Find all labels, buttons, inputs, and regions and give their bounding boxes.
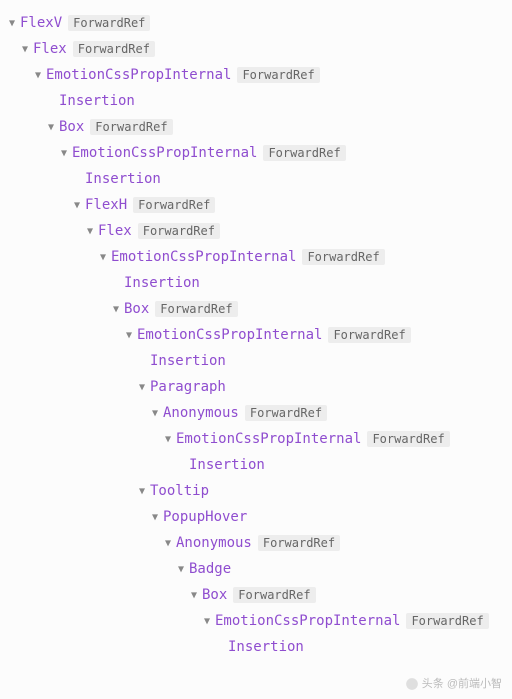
tree-row[interactable]: Tooltip [6, 478, 512, 504]
forward-ref-badge: ForwardRef [245, 405, 327, 421]
expand-arrow-icon[interactable] [110, 304, 122, 315]
component-name[interactable]: FlexV [20, 15, 62, 31]
component-tree: FlexVForwardRefFlexForwardRefEmotionCssP… [6, 10, 512, 660]
expand-arrow-icon[interactable] [6, 18, 18, 29]
tree-row[interactable]: Flex ForwardRef [6, 36, 512, 62]
tree-row[interactable]: Box ForwardRef [6, 582, 512, 608]
tree-row[interactable]: Insertion [6, 88, 512, 114]
tree-row[interactable]: Box ForwardRef [6, 114, 512, 140]
watermark-site: @前端小智 [447, 678, 502, 690]
component-name[interactable]: PopupHover [163, 509, 247, 525]
watermark-icon [405, 678, 422, 690]
forward-ref-badge: ForwardRef [133, 197, 215, 213]
component-name[interactable]: Box [202, 587, 227, 603]
forward-ref-badge: ForwardRef [237, 67, 319, 83]
tree-row[interactable]: FlexH ForwardRef [6, 192, 512, 218]
forward-ref-badge: ForwardRef [263, 145, 345, 161]
component-name[interactable]: Insertion [85, 171, 161, 187]
component-name[interactable]: Insertion [228, 639, 304, 655]
expand-arrow-icon[interactable] [162, 538, 174, 549]
tree-row[interactable]: EmotionCssPropInternal ForwardRef [6, 608, 512, 634]
expand-arrow-icon[interactable] [136, 486, 148, 497]
tree-row[interactable]: EmotionCssPropInternal ForwardRef [6, 244, 512, 270]
expand-arrow-icon[interactable] [58, 148, 70, 159]
expand-arrow-icon[interactable] [201, 616, 213, 627]
tree-row[interactable]: Insertion [6, 270, 512, 296]
expand-arrow-icon[interactable] [123, 330, 135, 341]
expand-arrow-icon[interactable] [19, 44, 31, 55]
component-name[interactable]: EmotionCssPropInternal [46, 67, 231, 83]
forward-ref-badge: ForwardRef [328, 327, 410, 343]
component-name[interactable]: Anonymous [163, 405, 239, 421]
tree-row[interactable]: Insertion [6, 634, 512, 660]
forward-ref-badge: ForwardRef [302, 249, 384, 265]
forward-ref-badge: ForwardRef [233, 587, 315, 603]
component-name[interactable]: EmotionCssPropInternal [111, 249, 296, 265]
component-name[interactable]: Flex [98, 223, 132, 239]
expand-arrow-icon[interactable] [97, 252, 109, 263]
watermark-prefix: 头条 [422, 678, 444, 690]
component-name[interactable]: EmotionCssPropInternal [72, 145, 257, 161]
expand-arrow-icon[interactable] [84, 226, 96, 237]
tree-row[interactable]: Insertion [6, 452, 512, 478]
forward-ref-badge: ForwardRef [90, 119, 172, 135]
tree-row[interactable]: Anonymous ForwardRef [6, 400, 512, 426]
tree-row[interactable]: EmotionCssPropInternal ForwardRef [6, 322, 512, 348]
expand-arrow-icon[interactable] [136, 382, 148, 393]
component-name[interactable]: Box [124, 301, 149, 317]
component-name[interactable]: EmotionCssPropInternal [137, 327, 322, 343]
tree-row[interactable]: Box ForwardRef [6, 296, 512, 322]
component-name[interactable]: Paragraph [150, 379, 226, 395]
expand-arrow-icon[interactable] [162, 434, 174, 445]
forward-ref-badge: ForwardRef [138, 223, 220, 239]
component-name[interactable]: Box [59, 119, 84, 135]
tree-row[interactable]: EmotionCssPropInternal ForwardRef [6, 140, 512, 166]
expand-arrow-icon[interactable] [175, 564, 187, 575]
component-name[interactable]: Badge [189, 561, 231, 577]
component-name[interactable]: EmotionCssPropInternal [215, 613, 400, 629]
forward-ref-badge: ForwardRef [258, 535, 340, 551]
tree-row[interactable]: Badge [6, 556, 512, 582]
forward-ref-badge: ForwardRef [367, 431, 449, 447]
tree-row[interactable]: Insertion [6, 166, 512, 192]
forward-ref-badge: ForwardRef [406, 613, 488, 629]
component-name[interactable]: Flex [33, 41, 67, 57]
tree-row[interactable]: Flex ForwardRef [6, 218, 512, 244]
expand-arrow-icon[interactable] [149, 512, 161, 523]
component-name[interactable]: EmotionCssPropInternal [176, 431, 361, 447]
component-name[interactable]: Insertion [150, 353, 226, 369]
expand-arrow-icon[interactable] [71, 200, 83, 211]
tree-row[interactable]: FlexV ForwardRef [6, 10, 512, 36]
tree-row[interactable]: PopupHover [6, 504, 512, 530]
expand-arrow-icon[interactable] [32, 70, 44, 81]
component-name[interactable]: Insertion [59, 93, 135, 109]
component-name[interactable]: Tooltip [150, 483, 209, 499]
tree-row[interactable]: Anonymous ForwardRef [6, 530, 512, 556]
component-name[interactable]: Insertion [189, 457, 265, 473]
expand-arrow-icon[interactable] [188, 590, 200, 601]
expand-arrow-icon[interactable] [149, 408, 161, 419]
expand-arrow-icon[interactable] [45, 122, 57, 133]
component-name[interactable]: Anonymous [176, 535, 252, 551]
tree-row[interactable]: Paragraph [6, 374, 512, 400]
forward-ref-badge: ForwardRef [68, 15, 150, 31]
forward-ref-badge: ForwardRef [155, 301, 237, 317]
tree-row[interactable]: EmotionCssPropInternal ForwardRef [6, 426, 512, 452]
tree-row[interactable]: EmotionCssPropInternal ForwardRef [6, 62, 512, 88]
tree-row[interactable]: Insertion [6, 348, 512, 374]
watermark: 头条 @前端小智 [405, 675, 502, 691]
component-name[interactable]: FlexH [85, 197, 127, 213]
component-name[interactable]: Insertion [124, 275, 200, 291]
forward-ref-badge: ForwardRef [73, 41, 155, 57]
